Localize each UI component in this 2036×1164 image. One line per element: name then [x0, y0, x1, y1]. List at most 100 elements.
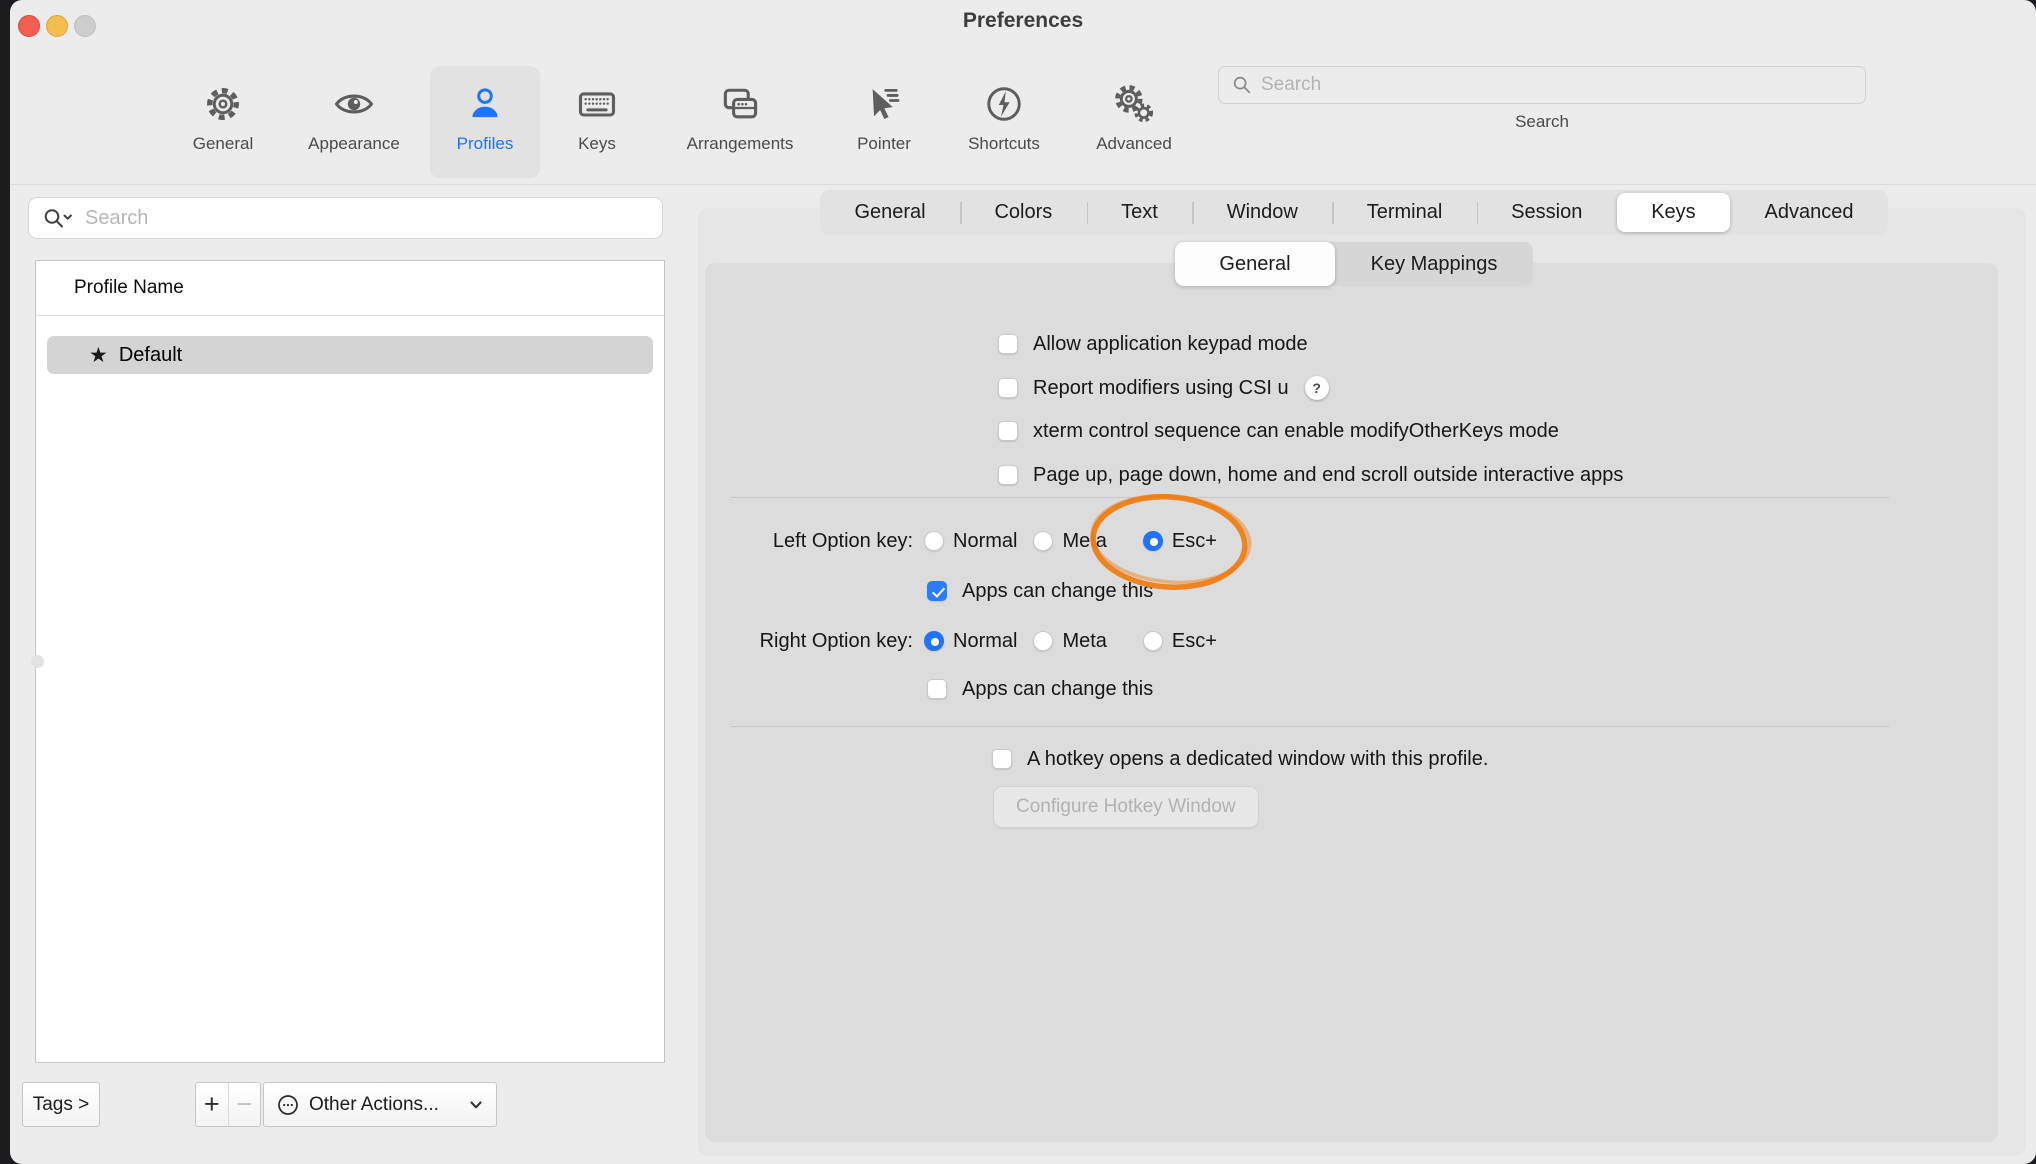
toolbar-item-shortcuts[interactable]: Shortcuts: [948, 66, 1060, 178]
add-profile-button[interactable]: +: [196, 1083, 228, 1126]
tab-text[interactable]: Text: [1087, 190, 1193, 235]
person-icon: [464, 76, 506, 132]
close-button[interactable]: [18, 15, 40, 37]
ellipsis-circle-icon: [276, 1093, 300, 1117]
left-option-key-label: Left Option key:: [610, 528, 913, 554]
toolbar-search-input[interactable]: Search: [1218, 66, 1866, 104]
left-option-meta-radio[interactable]: [1033, 531, 1053, 551]
zoom-button[interactable]: [74, 15, 96, 37]
toolbar-item-label: Shortcuts: [968, 134, 1040, 154]
apps-can-change-row: Apps can change this: [927, 676, 1153, 702]
toolbar-item-label: Arrangements: [687, 134, 794, 154]
checkbox-row: xterm control sequence can enable modify…: [998, 418, 1559, 444]
right-apps-can-change-checkbox[interactable]: [927, 679, 947, 699]
right-option-key-label: Right Option key:: [610, 628, 913, 654]
other-actions-dropdown[interactable]: Other Actions...: [263, 1082, 497, 1127]
keys-subtab-bar: General Key Mappings: [1175, 242, 1533, 286]
checkbox-label: Page up, page down, home and end scroll …: [1033, 464, 1623, 487]
left-option-radio-group: Normal Meta Esc+: [924, 528, 1217, 554]
tab-colors[interactable]: Colors: [960, 190, 1087, 235]
left-apps-can-change-checkbox[interactable]: [927, 581, 947, 601]
toolbar-item-label: Profiles: [457, 134, 514, 154]
checkbox-label: A hotkey opens a dedicated window with t…: [1027, 748, 1488, 771]
left-option-esc-radio[interactable]: [1143, 531, 1163, 551]
checkbox-label: Apps can change this: [962, 678, 1153, 701]
toolbar-item-label: Advanced: [1096, 134, 1172, 154]
gear-icon: [202, 76, 244, 132]
bolt-icon: [983, 76, 1025, 132]
right-option-meta-radio[interactable]: [1033, 631, 1053, 651]
right-option-esc-radio[interactable]: [1143, 631, 1163, 651]
radio-label: Esc+: [1172, 530, 1217, 553]
section-divider: [731, 497, 1889, 498]
profile-list-column-header[interactable]: Profile Name: [36, 261, 664, 316]
radio-label: Normal: [953, 630, 1017, 653]
tab-window[interactable]: Window: [1192, 190, 1332, 235]
profile-list: Profile Name ★ Default: [35, 260, 665, 1063]
gears-icon: [1112, 76, 1156, 132]
toolbar-item-advanced[interactable]: Advanced: [1078, 66, 1190, 178]
minimize-button[interactable]: [46, 15, 68, 37]
tab-keys[interactable]: Keys: [1617, 193, 1730, 232]
profile-search-input[interactable]: Search: [28, 197, 663, 239]
toolbar-item-profiles[interactable]: Profiles: [430, 66, 540, 178]
chevron-down-icon: [468, 1097, 484, 1113]
subtab-key-mappings[interactable]: Key Mappings: [1335, 242, 1533, 286]
cursor-icon: [863, 76, 905, 132]
toolbar-item-label: Pointer: [857, 134, 911, 154]
keyboard-icon: [575, 76, 619, 132]
toolbar-item-keys[interactable]: Keys: [561, 66, 633, 178]
checkbox-row: Allow application keypad mode: [998, 331, 1308, 357]
preferences-window: Preferences General Appearance: [10, 0, 2036, 1164]
left-option-normal-radio[interactable]: [924, 531, 944, 551]
tab-general[interactable]: General: [820, 190, 960, 235]
tags-button[interactable]: Tags >: [22, 1082, 100, 1127]
checkbox-label: Apps can change this: [962, 580, 1153, 603]
search-icon: [1231, 74, 1253, 96]
remove-profile-button[interactable]: −: [228, 1083, 261, 1126]
help-button[interactable]: ?: [1305, 376, 1329, 400]
windows-icon: [718, 76, 762, 132]
toolbar-item-arrangements[interactable]: Arrangements: [660, 66, 820, 178]
checkbox-row: Report modifiers using CSI u ?: [998, 375, 1329, 401]
hotkey-row: A hotkey opens a dedicated window with t…: [992, 746, 1488, 772]
toolbar-item-pointer[interactable]: Pointer: [838, 66, 930, 178]
hotkey-window-checkbox[interactable]: [992, 749, 1012, 769]
tab-session[interactable]: Session: [1477, 190, 1617, 235]
radio-label: Meta: [1062, 530, 1106, 553]
other-actions-label: Other Actions...: [309, 1094, 439, 1116]
configure-hotkey-window-button[interactable]: Configure Hotkey Window: [993, 786, 1259, 828]
star-icon: ★: [89, 345, 108, 366]
tab-advanced[interactable]: Advanced: [1730, 190, 1888, 235]
apps-can-change-row: Apps can change this: [927, 578, 1153, 604]
right-option-radio-group: Normal Meta Esc+: [924, 628, 1217, 654]
toolbar-search-label: Search: [1218, 112, 1866, 132]
toolbar-item-label: General: [193, 134, 253, 154]
subtab-general[interactable]: General: [1175, 242, 1335, 286]
sidebar-dot: [31, 655, 44, 668]
add-remove-profile-group: + −: [195, 1082, 261, 1127]
csi-u-checkbox[interactable]: [998, 378, 1018, 398]
toolbar-item-label: Keys: [578, 134, 616, 154]
right-option-normal-radio[interactable]: [924, 631, 944, 651]
toolbar-divider: [10, 184, 2036, 185]
toolbar-search-placeholder: Search: [1261, 74, 1321, 96]
window-title: Preferences: [10, 9, 2036, 33]
checkbox-label: Report modifiers using CSI u: [1033, 377, 1289, 400]
radio-label: Meta: [1062, 630, 1106, 653]
profile-row-default[interactable]: ★ Default: [47, 336, 653, 374]
radio-label: Normal: [953, 530, 1017, 553]
toolbar-item-general[interactable]: General: [177, 66, 269, 178]
scroll-outside-apps-checkbox[interactable]: [998, 465, 1018, 485]
profile-tab-bar: General Colors Text Window Terminal Sess…: [820, 190, 1888, 235]
tab-terminal[interactable]: Terminal: [1332, 190, 1476, 235]
toolbar-item-appearance[interactable]: Appearance: [294, 66, 414, 178]
checkbox-label: Allow application keypad mode: [1033, 333, 1308, 356]
eye-icon: [332, 76, 376, 132]
modify-other-keys-checkbox[interactable]: [998, 421, 1018, 441]
section-divider: [731, 726, 1889, 727]
profile-name: Default: [119, 344, 182, 367]
radio-label: Esc+: [1172, 630, 1217, 653]
keypad-mode-checkbox[interactable]: [998, 334, 1018, 354]
profile-search-placeholder: Search: [85, 207, 148, 230]
